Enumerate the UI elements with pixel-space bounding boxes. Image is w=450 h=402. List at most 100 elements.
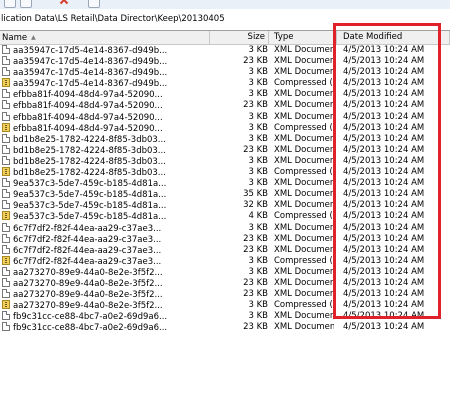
file-row[interactable]: efbba81f-4094-48d4-97a4-52090... 23 KB XML… xyxy=(0,100,450,111)
xml-document-icon xyxy=(2,178,10,188)
file-row[interactable]: 9ea537c3-5de7-459c-b185-4d81a... 4 KB Comp… xyxy=(0,211,450,222)
toolbar-button[interactable] xyxy=(4,0,16,8)
file-row[interactable]: efbba81f-4094-48d4-97a4-52090... 3 KB XML … xyxy=(0,111,450,123)
zip-folder-icon xyxy=(2,300,10,310)
file-row[interactable]: aa273270-89e9-44a0-8e2e-3f5f2... 3 KB XML … xyxy=(0,266,450,278)
file-size: 23 KB xyxy=(243,144,268,155)
type-column-label: Type xyxy=(274,32,294,42)
file-type: XML Document xyxy=(274,45,334,55)
file-type: XML Document xyxy=(274,133,334,144)
file-size: 3 KB xyxy=(248,133,268,144)
file-type: Compressed (zippe... xyxy=(274,211,334,222)
file-name: 6c7f7df2-f82f-44ea-aa29-c37ae3... xyxy=(13,256,162,267)
file-name: 9ea537c3-5de7-459c-b185-4d81a... xyxy=(13,179,167,190)
file-row[interactable]: 9ea537c3-5de7-459c-b185-4d81a... 32 KB XML… xyxy=(0,200,450,211)
file-row[interactable]: 9ea537c3-5de7-459c-b185-4d81a... 35 KB XML… xyxy=(0,189,450,200)
xml-document-icon xyxy=(2,277,10,287)
file-row[interactable]: efbba81f-4094-48d4-97a4-52090... 3 KB Comp… xyxy=(0,122,450,134)
xml-document-icon xyxy=(2,89,10,99)
file-row[interactable]: 9ea537c3-5de7-459c-b185-4d81a... 3 KB XML … xyxy=(0,178,450,189)
file-name: 6c7f7df2-f82f-44ea-aa29-c37ae3... xyxy=(13,223,162,234)
file-name: efbba81f-4094-48d4-97a4-52090... xyxy=(13,123,163,134)
file-date-modified: 4/5/2013 10:24 AM xyxy=(343,133,425,144)
file-type: XML Document xyxy=(274,322,334,333)
file-date-modified: 4/5/2013 10:24 AM xyxy=(343,322,425,333)
file-name: bd1b8e25-1782-4224-8f85-3db03... xyxy=(13,134,166,145)
file-row[interactable]: aa273270-89e9-44a0-8e2e-3f5f2... 23 KB XML… xyxy=(0,277,450,289)
delete-icon[interactable] xyxy=(60,0,68,4)
file-date-modified: 4/5/2013 10:24 AM xyxy=(343,255,425,266)
file-date-modified: 4/5/2013 10:24 AM xyxy=(343,122,425,133)
file-size: 3 KB xyxy=(248,111,268,122)
file-type: XML Document xyxy=(274,233,334,244)
file-date-modified: 4/5/2013 10:24 AM xyxy=(343,244,425,255)
file-row[interactable]: aa35947c-17d5-4e14-8367-d949b... 3 KB XML … xyxy=(0,45,450,56)
address-bar[interactable]: lication Data\LS Retail\Data Director\Ke… xyxy=(0,9,450,31)
xml-document-icon xyxy=(2,311,10,321)
toolbar-button[interactable] xyxy=(20,0,32,8)
xml-document-icon xyxy=(2,189,10,199)
file-row[interactable]: 6c7f7df2-f82f-44ea-aa29-c37ae3... 23 KB XM… xyxy=(0,244,450,256)
file-type: XML Document xyxy=(274,56,334,67)
date-modified-column-header[interactable]: Date Modified xyxy=(338,31,450,44)
file-type: Compressed (zippe... xyxy=(274,122,334,133)
file-size: 3 KB xyxy=(248,300,268,311)
file-row[interactable]: aa273270-89e9-44a0-8e2e-3f5f2... 23 KB XML… xyxy=(0,289,450,300)
file-row[interactable]: efbba81f-4094-48d4-97a4-52090... 3 KB XML … xyxy=(0,89,450,100)
xml-document-icon xyxy=(2,56,10,66)
file-type: XML Document xyxy=(274,155,334,166)
file-list: aa35947c-17d5-4e14-8367-d949b... 3 KB XML … xyxy=(0,45,450,333)
column-header: Name ▲ Size Type Date Modified xyxy=(0,31,450,45)
file-date-modified: 4/5/2013 10:24 AM xyxy=(343,111,425,122)
file-type: Compressed (zippe... xyxy=(274,78,334,89)
xml-document-icon xyxy=(2,289,10,299)
file-row[interactable]: bd1b8e25-1782-4224-8f85-3db03... 3 KB XML … xyxy=(0,155,450,167)
file-row[interactable]: fb9c31cc-ce88-4bc7-a0e2-69d9a6... 23 KB XM… xyxy=(0,322,450,333)
file-size: 35 KB xyxy=(243,189,268,200)
size-column-label: Size xyxy=(247,32,265,42)
file-name: aa273270-89e9-44a0-8e2e-3f5f2... xyxy=(13,301,163,312)
file-size: 23 KB xyxy=(243,100,268,111)
xml-document-icon xyxy=(2,155,10,165)
file-row[interactable]: aa35947c-17d5-4e14-8367-d949b... 3 KB Comp… xyxy=(0,78,450,89)
properties-button[interactable] xyxy=(88,0,100,8)
file-name: aa35947c-17d5-4e14-8367-d949b... xyxy=(13,46,168,56)
file-name: aa273270-89e9-44a0-8e2e-3f5f2... xyxy=(13,267,163,278)
file-row[interactable]: 6c7f7df2-f82f-44ea-aa29-c37ae3... 3 KB Com… xyxy=(0,255,450,267)
file-row[interactable]: fb9c31cc-ce88-4bc7-a0e2-69d9a6... 3 KB XML… xyxy=(0,311,450,322)
name-column-header[interactable]: Name ▲ xyxy=(0,31,210,44)
size-column-header[interactable]: Size xyxy=(211,31,269,44)
xml-document-icon xyxy=(2,244,10,254)
file-type: XML Document xyxy=(274,67,334,78)
file-date-modified: 4/5/2013 10:24 AM xyxy=(343,189,425,200)
file-size: 23 KB xyxy=(243,322,268,333)
file-name: efbba81f-4094-48d4-97a4-52090... xyxy=(13,112,163,123)
file-row[interactable]: aa273270-89e9-44a0-8e2e-3f5f2... 3 KB Comp… xyxy=(0,300,450,311)
xml-document-icon xyxy=(2,111,10,121)
file-size: 3 KB xyxy=(248,255,268,266)
file-name: efbba81f-4094-48d4-97a4-52090... xyxy=(13,101,163,112)
file-type: Compressed (zippe... xyxy=(274,167,334,178)
type-column-header[interactable]: Type xyxy=(270,31,337,44)
file-date-modified: 4/5/2013 10:24 AM xyxy=(343,289,425,300)
file-size: 3 KB xyxy=(248,122,268,133)
file-date-modified: 4/5/2013 10:24 AM xyxy=(343,211,425,222)
file-name: aa35947c-17d5-4e14-8367-d949b... xyxy=(13,79,168,90)
file-date-modified: 4/5/2013 10:24 AM xyxy=(343,266,425,277)
file-size: 3 KB xyxy=(248,167,268,178)
file-row[interactable]: 6c7f7df2-f82f-44ea-aa29-c37ae3... 3 KB XML… xyxy=(0,222,450,234)
file-row[interactable]: aa35947c-17d5-4e14-8367-d949b... 3 KB XML … xyxy=(0,67,450,78)
file-size: 3 KB xyxy=(248,222,268,233)
file-size: 23 KB xyxy=(243,244,268,255)
file-row[interactable]: aa35947c-17d5-4e14-8367-d949b... 23 KB XML… xyxy=(0,56,450,67)
file-name: bd1b8e25-1782-4224-8f85-3db03... xyxy=(13,168,166,179)
file-row[interactable]: bd1b8e25-1782-4224-8f85-3db03... 3 KB Comp… xyxy=(0,167,450,178)
file-row[interactable]: bd1b8e25-1782-4224-8f85-3db03... 3 KB XML … xyxy=(0,133,450,145)
file-row[interactable]: 6c7f7df2-f82f-44ea-aa29-c37ae3... 23 KB XM… xyxy=(0,233,450,245)
file-date-modified: 4/5/2013 10:24 AM xyxy=(343,144,425,155)
file-type: XML Document xyxy=(274,266,334,277)
file-date-modified: 4/5/2013 10:24 AM xyxy=(343,89,425,100)
file-row[interactable]: bd1b8e25-1782-4224-8f85-3db03... 23 KB XML… xyxy=(0,144,450,156)
zip-folder-icon xyxy=(2,78,10,88)
zip-folder-icon xyxy=(2,167,10,177)
